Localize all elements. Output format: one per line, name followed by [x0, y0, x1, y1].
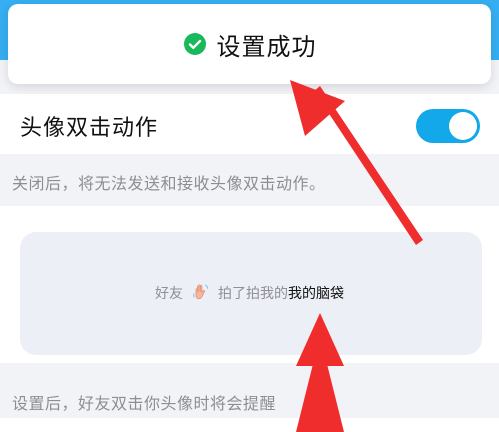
bottom-card [0, 418, 499, 432]
preview-message: 好友 拍了拍我的我的脑袋 [0, 282, 499, 303]
success-toast: 设置成功 [8, 4, 491, 84]
set-hint-text: 设置后，好友双击你头像时将会提醒 [12, 394, 277, 413]
preview-friend-label: 好友 [155, 286, 184, 302]
preview-target-text: 我的脑袋 [287, 286, 344, 302]
double-tap-avatar-setting-label: 头像双击动作 [20, 116, 159, 141]
preview-action-text: 拍了拍我的 [217, 286, 288, 302]
off-hint-text: 关闭后，将无法发送和接收头像双击动作。 [12, 174, 326, 193]
toggle-knob [449, 112, 477, 140]
double-tap-avatar-toggle[interactable] [416, 109, 480, 143]
waving-hand-icon [191, 282, 211, 302]
check-circle-icon [183, 32, 207, 56]
toast-message: 设置成功 [216, 32, 317, 61]
